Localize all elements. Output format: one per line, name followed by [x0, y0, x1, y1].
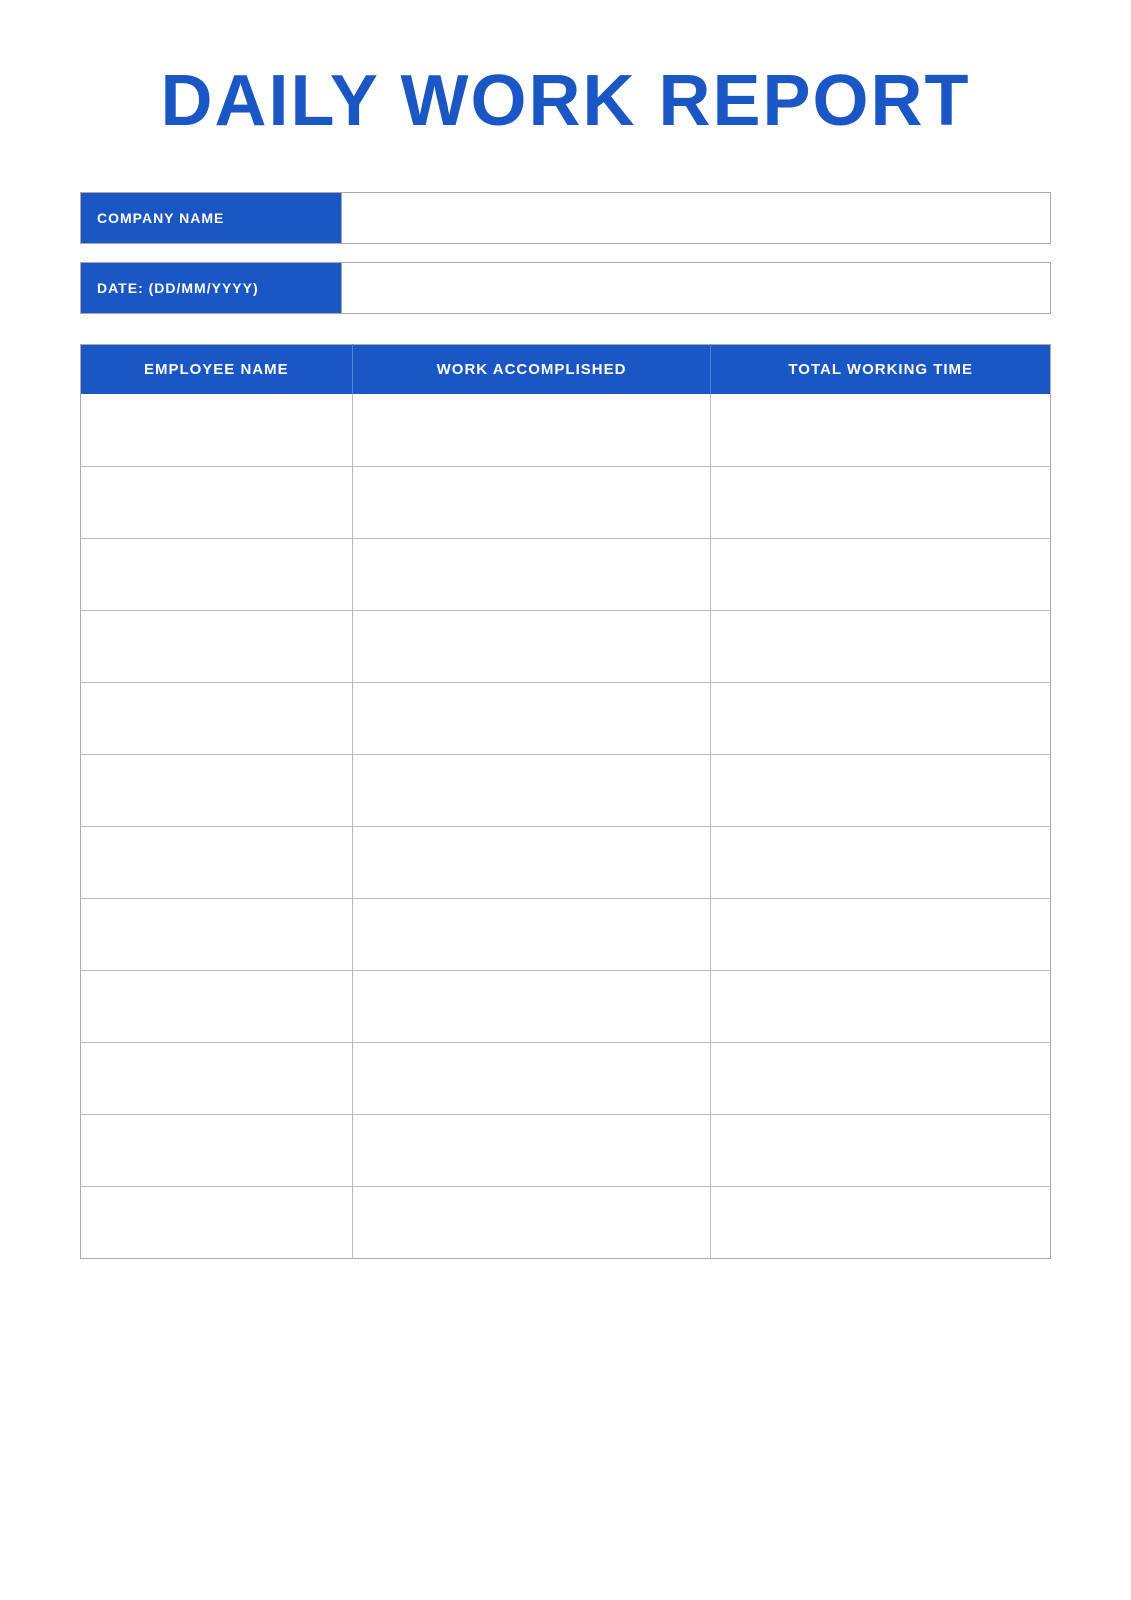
info-section: COMPANY NAME DATE: (DD/MM/YYYY) — [80, 192, 1051, 314]
cell-total-working-time[interactable] — [711, 754, 1051, 826]
table-row — [81, 610, 1051, 682]
cell-work-accomplished[interactable] — [352, 1186, 711, 1258]
company-name-label: COMPANY NAME — [81, 193, 341, 243]
cell-work-accomplished[interactable] — [352, 538, 711, 610]
table-row — [81, 538, 1051, 610]
cell-total-working-time[interactable] — [711, 466, 1051, 538]
cell-employee-name[interactable] — [81, 898, 353, 970]
table-row — [81, 1114, 1051, 1186]
cell-employee-name[interactable] — [81, 538, 353, 610]
cell-total-working-time[interactable] — [711, 682, 1051, 754]
table-row — [81, 466, 1051, 538]
cell-total-working-time[interactable] — [711, 1186, 1051, 1258]
cell-employee-name[interactable] — [81, 1114, 353, 1186]
cell-total-working-time[interactable] — [711, 538, 1051, 610]
cell-total-working-time[interactable] — [711, 610, 1051, 682]
cell-employee-name[interactable] — [81, 394, 353, 466]
company-name-value[interactable] — [341, 193, 1050, 243]
cell-work-accomplished[interactable] — [352, 394, 711, 466]
table-row — [81, 1042, 1051, 1114]
cell-total-working-time[interactable] — [711, 1042, 1051, 1114]
cell-work-accomplished[interactable] — [352, 1042, 711, 1114]
table-row — [81, 394, 1051, 466]
table-row — [81, 826, 1051, 898]
cell-work-accomplished[interactable] — [352, 1114, 711, 1186]
table-row — [81, 682, 1051, 754]
cell-employee-name[interactable] — [81, 610, 353, 682]
work-table: EMPLOYEE NAME WORK ACCOMPLISHED TOTAL WO… — [80, 344, 1051, 1259]
cell-total-working-time[interactable] — [711, 826, 1051, 898]
table-row — [81, 1186, 1051, 1258]
table-row — [81, 970, 1051, 1042]
table-row — [81, 898, 1051, 970]
header-work-accomplished: WORK ACCOMPLISHED — [352, 345, 711, 395]
cell-total-working-time[interactable] — [711, 970, 1051, 1042]
cell-work-accomplished[interactable] — [352, 466, 711, 538]
cell-work-accomplished[interactable] — [352, 754, 711, 826]
header-total-working-time: TOTAL WORKING TIME — [711, 345, 1051, 395]
cell-work-accomplished[interactable] — [352, 826, 711, 898]
company-name-row: COMPANY NAME — [80, 192, 1051, 244]
cell-employee-name[interactable] — [81, 682, 353, 754]
cell-work-accomplished[interactable] — [352, 970, 711, 1042]
table-row — [81, 754, 1051, 826]
header-employee-name: EMPLOYEE NAME — [81, 345, 353, 395]
cell-total-working-time[interactable] — [711, 898, 1051, 970]
cell-work-accomplished[interactable] — [352, 898, 711, 970]
cell-employee-name[interactable] — [81, 466, 353, 538]
report-title: DAILY WORK REPORT — [80, 60, 1051, 142]
cell-employee-name[interactable] — [81, 1186, 353, 1258]
page: DAILY WORK REPORT COMPANY NAME DATE: (DD… — [0, 0, 1131, 1600]
cell-total-working-time[interactable] — [711, 1114, 1051, 1186]
cell-work-accomplished[interactable] — [352, 682, 711, 754]
date-row: DATE: (DD/MM/YYYY) — [80, 262, 1051, 314]
table-header-row: EMPLOYEE NAME WORK ACCOMPLISHED TOTAL WO… — [81, 345, 1051, 395]
cell-employee-name[interactable] — [81, 754, 353, 826]
cell-work-accomplished[interactable] — [352, 610, 711, 682]
cell-employee-name[interactable] — [81, 1042, 353, 1114]
date-label: DATE: (DD/MM/YYYY) — [81, 263, 341, 313]
date-value[interactable] — [341, 263, 1050, 313]
cell-total-working-time[interactable] — [711, 394, 1051, 466]
table-body — [81, 394, 1051, 1258]
cell-employee-name[interactable] — [81, 826, 353, 898]
cell-employee-name[interactable] — [81, 970, 353, 1042]
